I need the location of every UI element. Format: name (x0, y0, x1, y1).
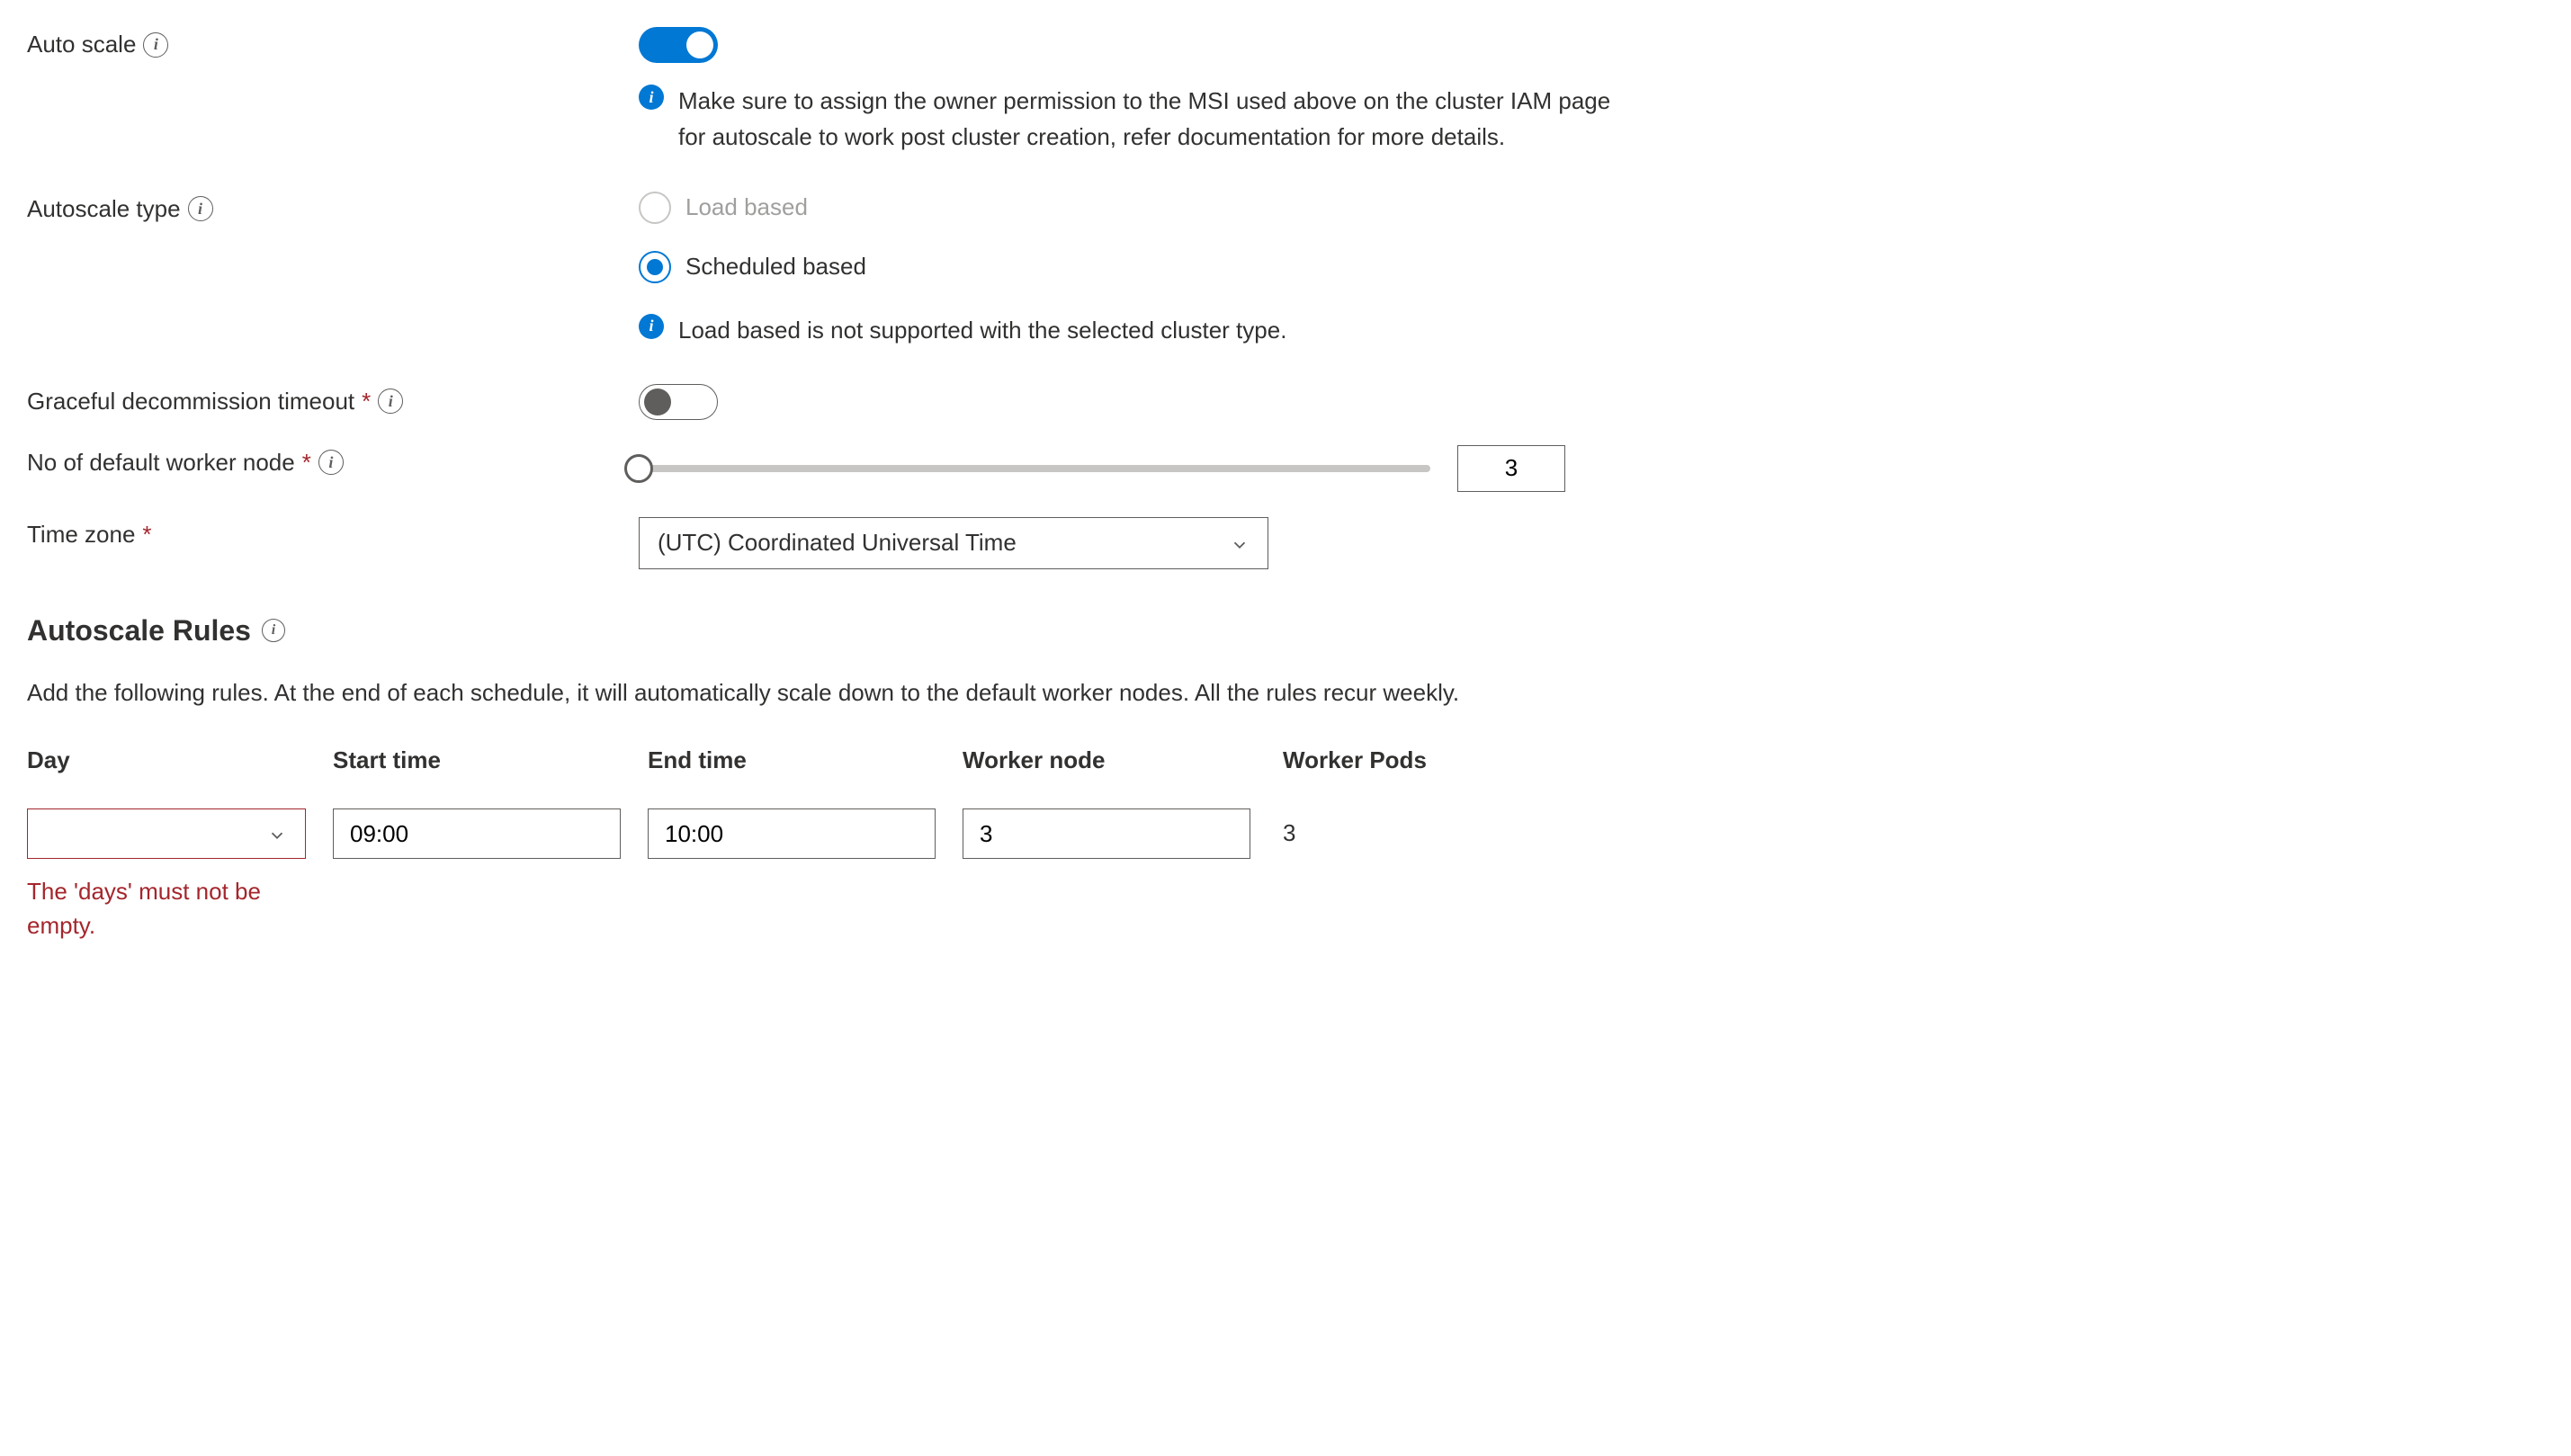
info-icon[interactable]: i (318, 450, 344, 475)
default-worker-node-label: No of default worker node (27, 449, 295, 477)
radio-circle (639, 251, 671, 283)
worker-pods-value: 3 (1283, 808, 1466, 847)
info-icon[interactable]: i (188, 196, 213, 221)
autoscale-msi-warning: Make sure to assign the owner permission… (678, 81, 1628, 156)
radio-inner (647, 259, 663, 275)
autoscale-toggle[interactable] (639, 27, 718, 63)
toggle-knob (644, 389, 671, 415)
info-badge-icon: i (639, 314, 664, 339)
col-header-day: Day (27, 746, 306, 774)
col-header-worker-pods: Worker Pods (1283, 746, 1466, 774)
radio-label-scheduled-based: Scheduled based (685, 253, 866, 281)
info-icon[interactable]: i (143, 32, 168, 58)
required-star: * (142, 521, 151, 549)
info-icon[interactable]: i (262, 619, 285, 642)
col-header-start-time: Start time (333, 746, 621, 774)
end-time-input[interactable] (648, 808, 936, 859)
timezone-value: (UTC) Coordinated Universal Time (658, 529, 1017, 557)
info-icon[interactable]: i (378, 389, 403, 414)
required-star: * (302, 449, 311, 477)
autoscale-rules-heading: Autoscale Rules (27, 614, 251, 648)
load-not-supported-msg: Load based is not supported with the sel… (678, 310, 1286, 348)
toggle-knob (686, 31, 713, 58)
timezone-select[interactable]: (UTC) Coordinated Universal Time (639, 517, 1268, 569)
radio-scheduled-based[interactable]: Scheduled based (639, 251, 2544, 283)
day-select[interactable] (27, 808, 306, 859)
graceful-decommission-toggle[interactable] (639, 384, 718, 420)
autoscale-rules-description: Add the following rules. At the end of e… (27, 674, 1628, 710)
worker-node-slider[interactable] (639, 465, 1430, 472)
required-star: * (362, 388, 371, 415)
radio-circle (639, 192, 671, 224)
worker-node-input[interactable] (1457, 445, 1565, 492)
col-header-end-time: End time (648, 746, 936, 774)
col-header-worker-node: Worker node (963, 746, 1250, 774)
graceful-decommission-label: Graceful decommission timeout (27, 388, 354, 415)
autoscale-label: Auto scale (27, 31, 136, 58)
timezone-label: Time zone (27, 521, 135, 549)
worker-node-rule-input[interactable] (963, 808, 1250, 859)
day-error-text: The 'days' must not be empty. (27, 875, 279, 942)
radio-label-load-based: Load based (685, 193, 808, 221)
info-badge-icon: i (639, 85, 664, 110)
start-time-input[interactable] (333, 808, 621, 859)
radio-load-based: Load based (639, 192, 2544, 224)
slider-thumb[interactable] (624, 454, 653, 483)
autoscale-type-label: Autoscale type (27, 195, 181, 223)
chevron-down-icon (1230, 533, 1250, 553)
chevron-down-icon (267, 824, 287, 844)
